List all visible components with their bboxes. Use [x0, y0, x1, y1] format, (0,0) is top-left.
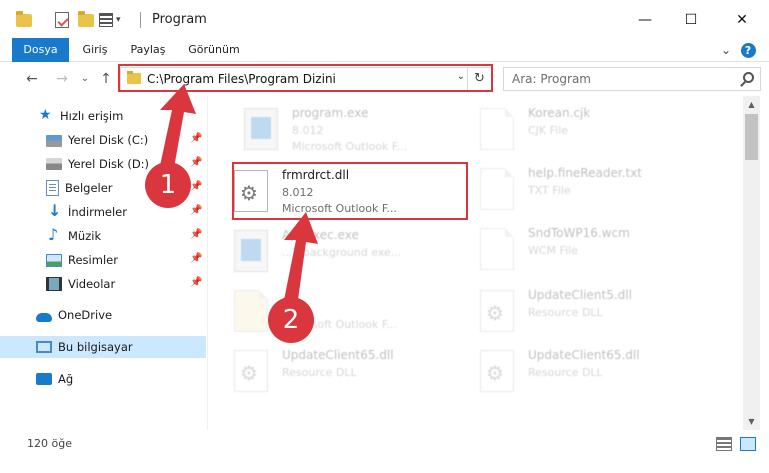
annotation-arrows — [158, 84, 318, 314]
step-1-badge: 1 — [145, 162, 191, 208]
step-2-badge: 2 — [268, 297, 314, 343]
item-count: 120 öğe — [27, 437, 72, 450]
large-icons-view-icon[interactable] — [740, 437, 756, 451]
status-bar: 120 öğe — [0, 430, 769, 458]
window-bottom-edge — [0, 458, 769, 473]
details-view-icon[interactable] — [716, 437, 732, 451]
